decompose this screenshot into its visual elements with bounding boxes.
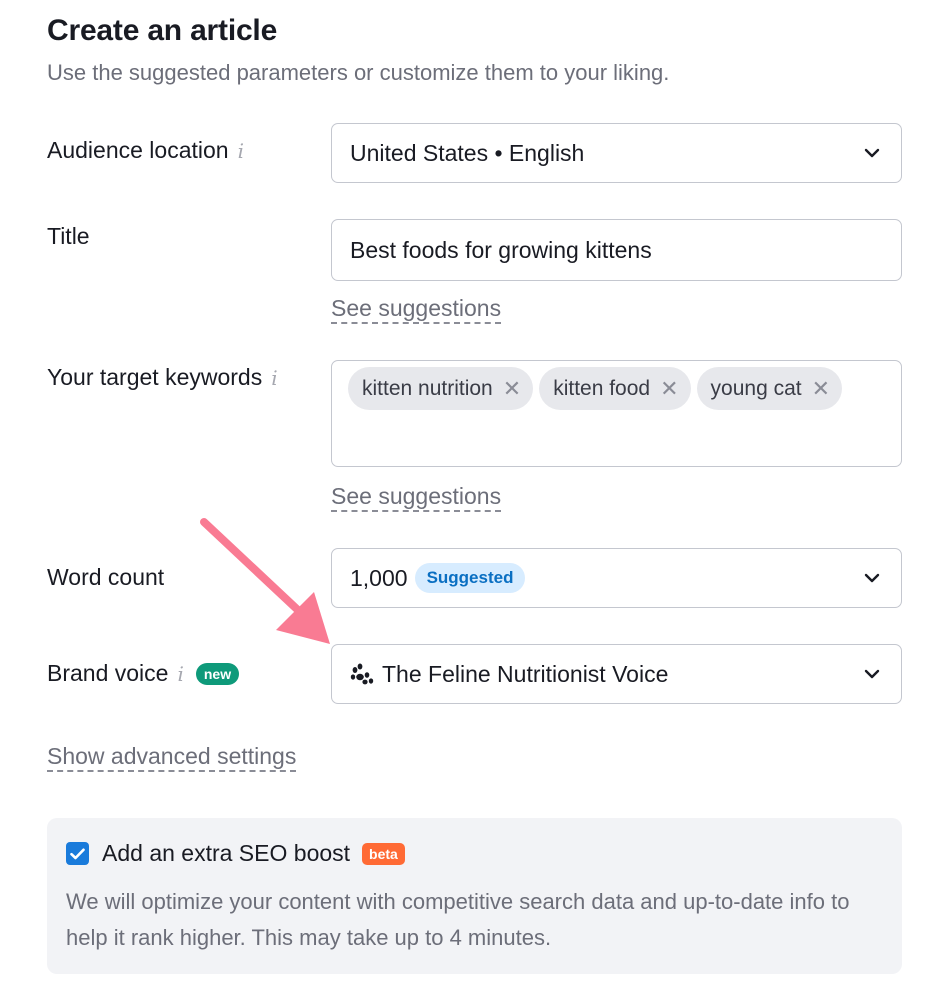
word-count-select[interactable]: 1,000 Suggested xyxy=(331,548,902,608)
audience-location-value: United States • English xyxy=(350,139,585,166)
keyword-chip: kitten food ✕ xyxy=(539,367,691,410)
info-icon[interactable]: i xyxy=(271,366,277,390)
keywords-see-suggestions-link[interactable]: See suggestions xyxy=(331,483,502,512)
brand-voice-value-wrap: The Feline Nutritionist Voice xyxy=(350,661,861,688)
audience-location-select[interactable]: United States • English xyxy=(331,123,902,183)
keywords-input[interactable]: kitten nutrition ✕ kitten food ✕ young c… xyxy=(331,360,902,467)
title-label: Title xyxy=(47,223,90,250)
close-icon[interactable]: ✕ xyxy=(503,377,521,400)
word-count-value-wrap: 1,000 Suggested xyxy=(350,563,861,593)
info-icon[interactable]: i xyxy=(177,662,183,686)
audience-location-label: Audience location i xyxy=(47,137,244,164)
show-advanced-settings-link[interactable]: Show advanced settings xyxy=(47,743,297,772)
keyword-chip-label: young cat xyxy=(710,376,802,400)
seo-boost-panel: Add an extra SEO boost beta We will opti… xyxy=(47,818,902,974)
suggested-badge: Suggested xyxy=(414,563,526,593)
title-label-text: Title xyxy=(47,223,90,249)
word-count-label-text: Word count xyxy=(47,564,165,590)
seo-boost-description: We will optimize your content with compe… xyxy=(66,889,850,950)
new-badge: new xyxy=(195,662,240,685)
annotation-arrow-icon xyxy=(200,518,330,644)
chevron-down-icon xyxy=(861,142,883,164)
close-icon[interactable]: ✕ xyxy=(812,377,830,400)
info-icon[interactable]: i xyxy=(238,139,244,163)
close-icon[interactable]: ✕ xyxy=(660,377,678,400)
word-count-value: 1,000 xyxy=(350,564,408,591)
seo-boost-title: Add an extra SEO boost xyxy=(102,840,351,866)
seo-boost-checkbox[interactable] xyxy=(66,842,89,865)
audience-location-label-text: Audience location xyxy=(47,137,229,163)
title-input[interactable]: Best foods for growing kittens xyxy=(331,219,902,281)
page-title: Create an article xyxy=(47,14,278,47)
title-input-value: Best foods for growing kittens xyxy=(350,236,652,263)
word-count-label: Word count xyxy=(47,564,164,591)
keyword-chip-label: kitten nutrition xyxy=(362,376,493,400)
checkmark-icon xyxy=(70,848,85,859)
keyword-chip: kitten nutrition ✕ xyxy=(348,367,534,410)
keywords-label-text: Your target keywords xyxy=(47,364,263,390)
title-see-suggestions-link[interactable]: See suggestions xyxy=(331,295,502,324)
beta-badge: beta xyxy=(362,842,405,865)
chevron-down-icon xyxy=(861,663,883,685)
keyword-chip: young cat ✕ xyxy=(696,367,843,410)
paw-icon xyxy=(350,663,374,685)
brand-voice-label: Brand voice i new xyxy=(47,660,240,687)
page-subtitle: Use the suggested parameters or customiz… xyxy=(47,60,670,85)
chevron-down-icon xyxy=(861,567,883,589)
brand-voice-select[interactable]: The Feline Nutritionist Voice xyxy=(331,644,902,704)
seo-boost-header: Add an extra SEO boost beta xyxy=(66,840,405,867)
brand-voice-value: The Feline Nutritionist Voice xyxy=(382,660,669,687)
brand-voice-label-text: Brand voice xyxy=(47,660,169,686)
keyword-chip-label: kitten food xyxy=(553,376,651,400)
keywords-label: Your target keywords i xyxy=(47,364,278,391)
